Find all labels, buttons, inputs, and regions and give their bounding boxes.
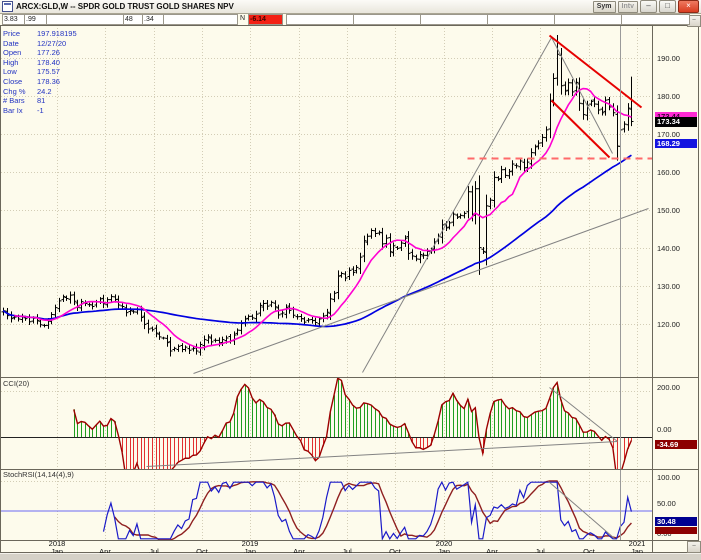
price-tick-label: 170.00 — [657, 130, 680, 139]
info-row: Open 177.26 — [3, 48, 77, 58]
info-value: 178.36 — [37, 76, 60, 86]
toolbar-cell[interactable]: 3.83 — [2, 14, 26, 25]
stoch-tick-label: 50.00 — [657, 499, 676, 508]
info-row: Price 197.918195 — [3, 29, 77, 39]
info-value: 12/27/20 — [37, 38, 67, 48]
info-value: 197.918195 — [37, 29, 77, 38]
toolbar-cell[interactable]: .99 — [24, 14, 48, 25]
price-tick-label: 190.00 — [657, 54, 680, 63]
info-row: Bar Ix -1 — [3, 106, 77, 116]
toolbar-cell[interactable]: 48 — [123, 14, 144, 25]
ma-slow-price-label: 168.29 — [655, 139, 697, 148]
toolbar-cell[interactable] — [621, 14, 690, 25]
n-indicator-value: -6.14 — [248, 14, 283, 25]
info-value: 178.40 — [37, 57, 60, 67]
axis-scroll-down-button[interactable]: – — [687, 541, 701, 553]
info-value: 81 — [37, 96, 46, 106]
toolbar-cell[interactable] — [487, 14, 556, 25]
info-label: # Bars — [3, 96, 25, 106]
cursor-info-panel: Price 197.918195 Date 12/27/20 Open 177.26 Hig… — [3, 29, 77, 115]
info-label: Low — [3, 67, 17, 77]
toolbar-cell[interactable]: .34 — [142, 14, 165, 25]
info-value: -1 — [37, 105, 44, 115]
info-row: Low 175.57 — [3, 67, 77, 77]
stoch-tick-label: 100.00 — [657, 473, 680, 482]
info-label: Date — [3, 38, 19, 48]
info-value: 24.2 — [37, 86, 52, 96]
info-label: Open — [3, 48, 22, 58]
minimize-button[interactable]: – — [640, 0, 657, 13]
cci-panel-title: CCI(20) — [3, 379, 30, 388]
price-tick-label: 180.00 — [657, 92, 680, 101]
stoch-k-value-label: 30.48 — [655, 517, 697, 526]
toolbar-cell[interactable] — [163, 14, 238, 25]
info-row: Chg % 24.2 — [3, 87, 77, 97]
toolbar-cell[interactable] — [46, 14, 125, 25]
info-row: # Bars 81 — [3, 96, 77, 106]
stoch-signal-value-label — [655, 527, 697, 534]
info-value: 177.26 — [37, 48, 60, 58]
cci-value-label: -34.69 — [655, 440, 697, 449]
info-label: Close — [3, 76, 23, 86]
toolbar-cell[interactable] — [420, 14, 489, 25]
title-bar[interactable]: ARCX:GLD,W -- SPDR GOLD TRUST GOLD SHARE… — [0, 0, 701, 14]
info-row: Date 12/27/20 — [3, 39, 77, 49]
price-tick-label: 150.00 — [657, 206, 680, 215]
restore-button[interactable]: □ — [659, 0, 676, 13]
info-label: Chg % — [3, 86, 26, 96]
close-button[interactable]: × — [678, 0, 699, 13]
indicator-value-strip: 3.83.99 48.34 N -6.14 — [0, 14, 701, 25]
chart-app-icon — [2, 1, 13, 12]
info-label: Price — [3, 29, 21, 38]
info-label: Bar Ix — [3, 105, 23, 115]
last-price-label: 173.34 — [655, 117, 697, 127]
info-row: High 178.40 — [3, 58, 77, 68]
toolbar-cell[interactable] — [286, 14, 355, 25]
price-tick-label: 140.00 — [657, 244, 680, 253]
intv-button[interactable]: Intv — [617, 0, 638, 13]
sym-button[interactable]: Sym — [592, 0, 616, 13]
toolbar-cell[interactable] — [353, 14, 422, 25]
n-indicator-label: N — [240, 15, 246, 22]
title-bar-buttons: Sym Intv – □ × — [591, 0, 701, 13]
cci-tick-label: 200.00 — [657, 383, 680, 392]
stoch-panel-title: StochRSI(14,14(4),9) — [3, 470, 74, 479]
window-bottom-edge — [0, 553, 701, 560]
info-row: Close 178.36 — [3, 77, 77, 87]
cci-tick-label: 0.00 — [657, 425, 672, 434]
price-tick-label: 160.00 — [657, 168, 680, 177]
info-value: 175.57 — [37, 67, 60, 77]
price-tick-label: 130.00 — [657, 282, 680, 291]
info-label: High — [3, 57, 19, 67]
price-chart-canvas[interactable] — [0, 0, 701, 560]
price-tick-label: 120.00 — [657, 320, 680, 329]
toolbar-cell[interactable] — [554, 14, 623, 25]
chart-window: ARCX:GLD,W -- SPDR GOLD TRUST GOLD SHARE… — [0, 0, 701, 560]
window-title: ARCX:GLD,W -- SPDR GOLD TRUST GOLD SHARE… — [16, 2, 234, 11]
